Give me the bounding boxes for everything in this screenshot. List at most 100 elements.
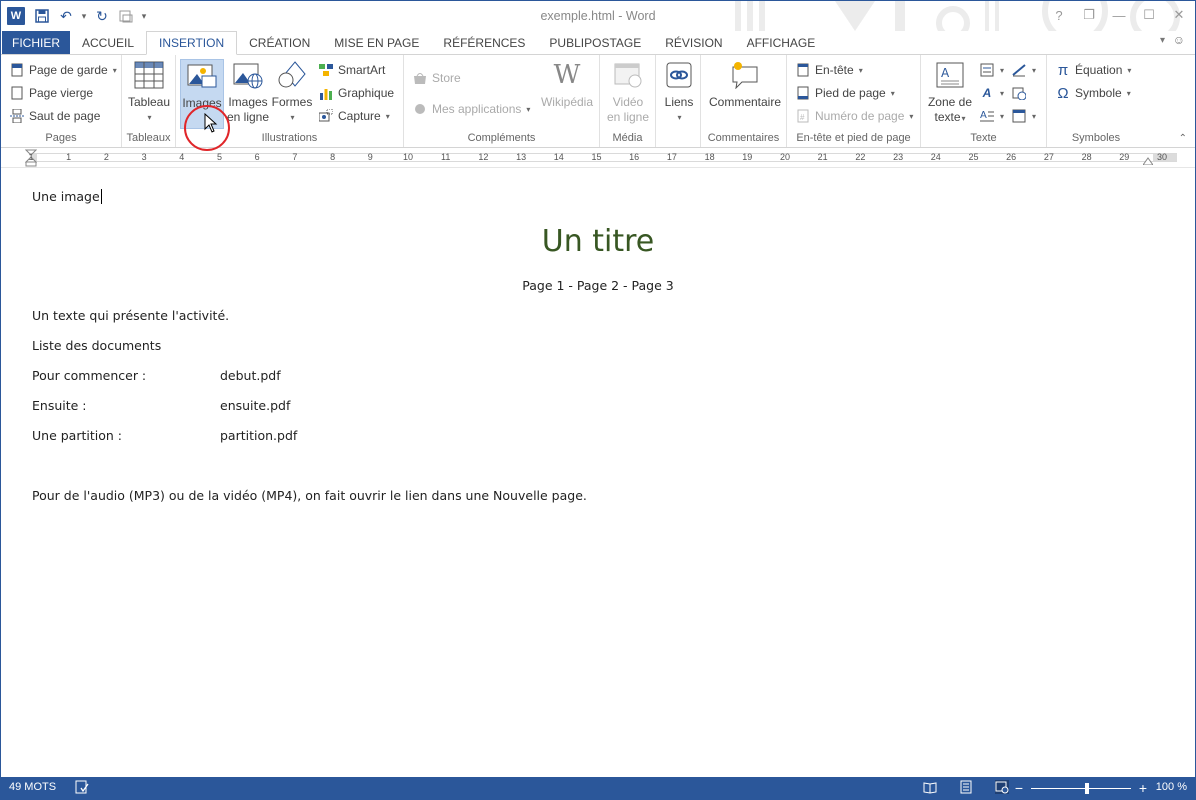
wikipedia-icon: W bbox=[553, 59, 581, 90]
close-button[interactable]: ✕ bbox=[1167, 5, 1191, 25]
zoom-in-button[interactable]: + bbox=[1137, 780, 1149, 796]
video-en-ligne-button[interactable]: Vidéo en ligne bbox=[605, 59, 651, 125]
row-file[interactable]: ensuite.pdf bbox=[220, 398, 290, 413]
svg-text:A: A bbox=[980, 110, 987, 121]
object-button[interactable]: ▾ bbox=[1011, 106, 1036, 126]
account-dropdown-icon[interactable]: ▾ bbox=[1160, 35, 1165, 46]
ruler-number: 22 bbox=[855, 152, 866, 162]
formes-button[interactable]: Formes ▾ bbox=[270, 59, 314, 125]
images-en-ligne-button[interactable]: Images en ligne bbox=[226, 59, 270, 125]
account-avatar-icon[interactable]: ☺ bbox=[1173, 33, 1185, 47]
smartart-button[interactable]: SmartArt bbox=[318, 60, 385, 80]
ruler-number: 26 bbox=[1006, 152, 1017, 162]
tab-creation[interactable]: CRÉATION bbox=[237, 31, 322, 55]
web-layout-icon[interactable] bbox=[995, 780, 1009, 794]
chevron-down-icon: ▾ bbox=[1126, 88, 1131, 98]
ruler-number: 18 bbox=[704, 152, 715, 162]
comment-icon bbox=[729, 59, 761, 91]
shapes-icon bbox=[276, 59, 308, 91]
store-button[interactable]: Store bbox=[412, 68, 461, 88]
tableau-button[interactable]: Tableau ▾ bbox=[127, 59, 171, 125]
quick-parts-button[interactable]: ▾ bbox=[979, 60, 1004, 80]
right-indent-marker-icon[interactable] bbox=[1143, 157, 1153, 165]
mes-applications-button[interactable]: Mes applications ▾ bbox=[412, 99, 530, 119]
ruler-number: 14 bbox=[553, 152, 564, 162]
document-area[interactable]: Une image Un titre Page 1 - Page 2 - Pag… bbox=[1, 169, 1195, 777]
page-de-garde-button[interactable]: Page de garde ▾ bbox=[9, 60, 117, 80]
minimize-button[interactable]: — bbox=[1107, 5, 1131, 25]
word-window: W ↶ ▾ ↻ ▾ exemple.html - Word ? ❐ — ☐ ✕ … bbox=[0, 0, 1196, 800]
tab-mise-en-page[interactable]: MISE EN PAGE bbox=[322, 31, 431, 55]
ribbon: Page de garde ▾ Page vierge Saut de page … bbox=[1, 54, 1195, 148]
commentaire-button[interactable]: Commentaire bbox=[705, 59, 785, 110]
saut-de-page-button[interactable]: Saut de page bbox=[9, 106, 100, 126]
ruler-number: 17 bbox=[666, 152, 677, 162]
row-file[interactable]: partition.pdf bbox=[220, 428, 297, 443]
wordart-button[interactable]: A ▾ bbox=[979, 83, 1004, 103]
chevron-down-icon: ▾ bbox=[1127, 65, 1132, 75]
group-complements: Store Mes applications ▾ W Wikipédia Comp… bbox=[404, 55, 600, 147]
group-label-pages: Pages bbox=[45, 132, 77, 144]
liens-button[interactable]: Liens ▾ bbox=[659, 59, 699, 125]
zoom-out-button[interactable]: − bbox=[1013, 780, 1025, 796]
zoom-thumb[interactable] bbox=[1085, 782, 1089, 794]
page-links[interactable]: Page 1 - Page 2 - Page 3 bbox=[1, 278, 1195, 293]
tab-publipostage[interactable]: PUBLIPOSTAGE bbox=[537, 31, 653, 55]
line-une-image[interactable]: Une image bbox=[32, 189, 102, 204]
zoom-slider[interactable]: − + bbox=[1013, 780, 1149, 796]
pied-de-page-button[interactable]: Pied de page ▾ bbox=[795, 83, 895, 103]
header-icon bbox=[795, 62, 811, 78]
collapse-ribbon-icon[interactable]: ⌃ bbox=[1179, 133, 1187, 144]
tab-affichage[interactable]: AFFICHAGE bbox=[735, 31, 828, 55]
document-title[interactable]: Un titre bbox=[1, 224, 1195, 259]
footer-text[interactable]: Pour de l'audio (MP3) ou de la vidéo (MP… bbox=[32, 488, 587, 503]
read-mode-icon[interactable] bbox=[923, 780, 937, 794]
wikipedia-button[interactable]: W Wikipédia bbox=[538, 59, 596, 110]
view-buttons bbox=[923, 780, 1009, 794]
zoom-level[interactable]: 100 % bbox=[1156, 781, 1187, 793]
row-file[interactable]: debut.pdf bbox=[220, 368, 281, 383]
horizontal-ruler[interactable]: 2112345678910111213141516171819202122232… bbox=[1, 148, 1195, 168]
page-vierge-button[interactable]: Page vierge bbox=[9, 83, 93, 103]
intro-text[interactable]: Un texte qui présente l'activité. bbox=[32, 308, 229, 323]
group-tableaux: Tableau ▾ Tableaux bbox=[122, 55, 176, 147]
graphique-button[interactable]: Graphique bbox=[318, 83, 394, 103]
help-button[interactable]: ? bbox=[1047, 5, 1071, 25]
zoom-track[interactable] bbox=[1031, 782, 1131, 794]
drop-cap-button[interactable]: A ▾ bbox=[979, 106, 1004, 126]
ruler-number: 29 bbox=[1119, 152, 1130, 162]
ruler-number: 13 bbox=[516, 152, 527, 162]
chevron-down-icon: ▾ bbox=[1000, 65, 1005, 75]
ruler-number: 12 bbox=[478, 152, 489, 162]
object-icon bbox=[1011, 108, 1027, 124]
zone-de-texte-button[interactable]: A Zone de texte▾ bbox=[925, 59, 975, 126]
entete-button[interactable]: En-tête ▾ bbox=[795, 60, 863, 80]
ribbon-display-button[interactable]: ❐ bbox=[1077, 5, 1101, 25]
maximize-button[interactable]: ☐ bbox=[1137, 5, 1161, 25]
symbole-button[interactable]: Ω Symbole ▾ bbox=[1055, 83, 1131, 103]
capture-button[interactable]: Capture ▾ bbox=[318, 106, 390, 126]
group-label-tableaux: Tableaux bbox=[126, 132, 171, 144]
ruler-number: 21 bbox=[817, 152, 828, 162]
date-time-button[interactable] bbox=[1011, 83, 1027, 103]
proofing-icon[interactable] bbox=[75, 780, 89, 794]
tab-insertion[interactable]: INSERTION bbox=[146, 31, 238, 55]
liste-heading[interactable]: Liste des documents bbox=[32, 338, 161, 353]
tab-references[interactable]: RÉFÉRENCES bbox=[431, 31, 537, 55]
tab-fichier[interactable]: FICHIER bbox=[2, 31, 70, 55]
cover-page-icon bbox=[9, 62, 25, 78]
numero-de-page-button[interactable]: # Numéro de page ▾ bbox=[795, 106, 913, 126]
tab-revision[interactable]: RÉVISION bbox=[653, 31, 734, 55]
apps-icon bbox=[412, 101, 428, 117]
window-title: exemple.html - Word bbox=[540, 9, 656, 23]
ruler-number: 1 bbox=[66, 152, 72, 162]
print-layout-icon[interactable] bbox=[959, 780, 973, 794]
tab-accueil[interactable]: ACCUEIL bbox=[70, 31, 146, 55]
group-label-complements: Compléments bbox=[467, 132, 536, 144]
equation-button[interactable]: π Équation ▾ bbox=[1055, 60, 1132, 80]
quick-parts-icon bbox=[979, 62, 995, 78]
omega-icon: Ω bbox=[1057, 84, 1069, 102]
ruler-number: 23 bbox=[893, 152, 904, 162]
signature-line-button[interactable]: ▾ bbox=[1011, 60, 1036, 80]
word-count[interactable]: 49 MOTS bbox=[9, 781, 56, 793]
